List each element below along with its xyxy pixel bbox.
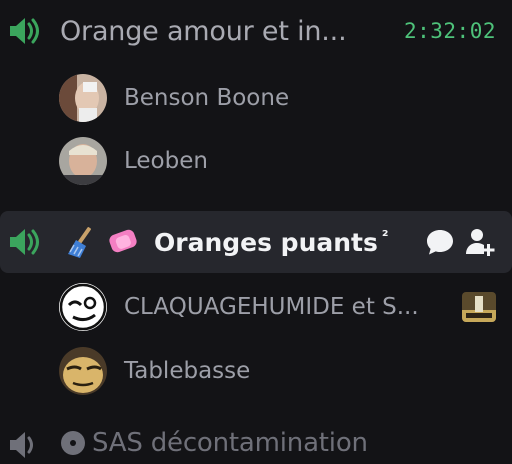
- game-activity-icon[interactable]: [462, 292, 496, 322]
- radioactive-icon: [61, 431, 85, 455]
- voice-user-row[interactable]: Tablebasse: [0, 339, 512, 403]
- chat-bubble-icon[interactable]: [424, 226, 456, 258]
- pink-eraser-icon: [109, 229, 137, 253]
- voice-user-row[interactable]: CLAQUAGEHUMIDE et S...: [0, 275, 512, 339]
- user-name: Leoben: [124, 148, 208, 174]
- voice-speaker-icon: [10, 432, 33, 458]
- voice-channel-oranges-puants[interactable]: Oranges puants ²: [0, 211, 512, 273]
- voice-channel-sas-decontamination[interactable]: SAS décontamination: [0, 424, 512, 464]
- channel-name: SAS décontamination: [92, 428, 368, 458]
- voice-channel-orange-amour[interactable]: Orange amour et in... 2:32:02: [0, 0, 512, 62]
- avatar: [59, 347, 107, 395]
- channel-name: Oranges puants ²: [154, 227, 389, 257]
- broom-icon: [68, 227, 91, 258]
- voice-speaker-icon: [10, 229, 39, 255]
- avatar: [59, 74, 107, 122]
- avatar: [59, 137, 107, 185]
- user-name: CLAQUAGEHUMIDE et S...: [124, 294, 419, 320]
- voice-user-row[interactable]: Benson Boone: [0, 66, 512, 130]
- avatar: [59, 283, 107, 331]
- user-name: Tablebasse: [124, 358, 251, 384]
- user-name: Benson Boone: [124, 85, 290, 111]
- voice-user-row[interactable]: Leoben: [0, 129, 512, 193]
- channel-name: Orange amour et in...: [60, 15, 347, 47]
- voice-speaker-icon: [10, 18, 39, 44]
- add-user-icon[interactable]: [464, 226, 496, 258]
- voice-timer: 2:32:02: [403, 19, 496, 43]
